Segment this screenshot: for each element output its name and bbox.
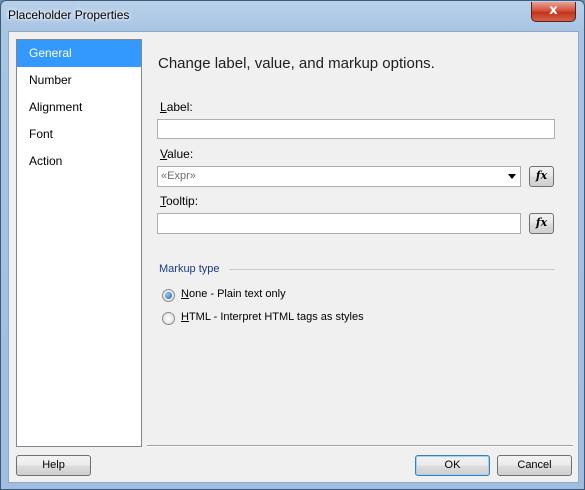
page-heading: Change label, value, and markup options. (158, 55, 435, 72)
close-icon: x (549, 3, 558, 18)
tooltip-input[interactable] (157, 213, 521, 234)
value-combobox[interactable]: «Expr» (157, 166, 521, 187)
group-divider (229, 269, 555, 270)
close-button[interactable]: x (531, 2, 576, 22)
markup-type-group-label: Markup type (159, 263, 220, 275)
fx-icon: fx (535, 169, 548, 182)
nav-item-general[interactable]: General (17, 40, 141, 67)
tooltip-field-label: Tooltip: (160, 194, 199, 208)
label-field-label: Label: (160, 100, 193, 114)
dialog-body: General Number Alignment Font Action Cha… (8, 31, 579, 483)
value-field-label: Value: (160, 147, 194, 161)
dropdown-arrow-icon[interactable] (508, 174, 516, 179)
window-title: Placeholder Properties (8, 8, 130, 22)
nav-item-action[interactable]: Action (17, 148, 141, 175)
cancel-button[interactable]: Cancel (497, 455, 572, 476)
value-combobox-text: «Expr» (161, 170, 196, 182)
help-button[interactable]: Help (16, 455, 91, 476)
radio-button-checked[interactable] (162, 289, 175, 302)
radio-button-unchecked[interactable] (162, 312, 175, 325)
nav-panel: General Number Alignment Font Action (16, 39, 142, 447)
dialog-window: Placeholder Properties x General Number … (0, 0, 585, 490)
title-bar[interactable]: Placeholder Properties x (1, 1, 584, 31)
nav-item-number[interactable]: Number (17, 67, 141, 94)
tooltip-expression-button[interactable]: fx (529, 213, 554, 234)
value-expression-button[interactable]: fx (529, 166, 554, 187)
ok-button[interactable]: OK (415, 455, 490, 476)
nav-item-font[interactable]: Font (17, 121, 141, 148)
label-input[interactable] (157, 119, 555, 139)
fx-icon: fx (535, 216, 548, 229)
footer-separator (147, 445, 573, 447)
nav-item-alignment[interactable]: Alignment (17, 94, 141, 121)
